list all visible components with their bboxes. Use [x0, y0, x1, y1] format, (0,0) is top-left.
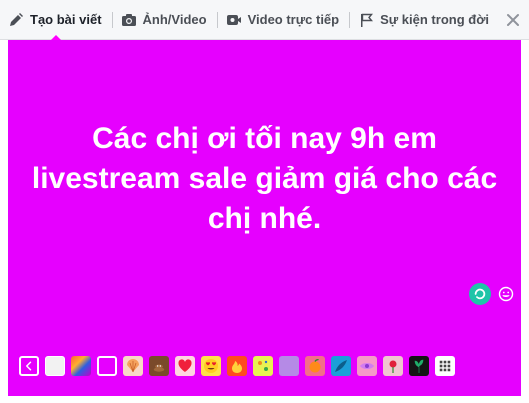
- shell-icon: [127, 359, 139, 373]
- more-backgrounds-button[interactable]: [435, 356, 455, 376]
- bg-swatch-gradient-pattern[interactable]: [71, 356, 91, 376]
- tab-label: Video trực tiếp: [247, 12, 340, 27]
- chevron-left-icon: [26, 361, 32, 371]
- camera-icon: [121, 12, 137, 28]
- poop-icon: [153, 364, 165, 372]
- bg-swatch-pink-eye[interactable]: [357, 356, 377, 376]
- create-post-dialog: Tạo bài viết Ảnh/Video Video trực tiếp S…: [0, 0, 529, 403]
- bg-swatch-yellow-pattern[interactable]: [253, 356, 273, 376]
- bg-swatch-purple-pattern[interactable]: [279, 356, 299, 376]
- bg-swatch-orange-fruit[interactable]: [305, 356, 325, 376]
- bg-swatch-poop-emoji[interactable]: [149, 356, 169, 376]
- fruit-icon: [309, 359, 321, 373]
- fire-icon: [232, 361, 242, 373]
- background-picker: [19, 356, 455, 378]
- dialog-footer-edge: [0, 396, 529, 403]
- tab-label: Sự kiện trong đời: [380, 12, 490, 27]
- tab-label: Tạo bài viết: [30, 12, 102, 27]
- refresh-icon[interactable]: [469, 283, 491, 305]
- bg-swatch-blue-leaves[interactable]: [331, 356, 351, 376]
- composer-tabs: Tạo bài viết Ảnh/Video Video trực tiếp S…: [0, 0, 529, 41]
- bg-swatch-heart[interactable]: [175, 356, 195, 376]
- bg-swatch-dark-plant[interactable]: [409, 356, 429, 376]
- close-icon[interactable]: [505, 12, 521, 28]
- bg-swatch-shell[interactable]: [123, 356, 143, 376]
- pattern-icon: [258, 360, 268, 371]
- leaves-icon: [335, 360, 347, 372]
- heart-icon: [178, 359, 192, 372]
- eye-icon: [360, 363, 374, 369]
- tab-create-post[interactable]: Tạo bài viết: [0, 0, 112, 41]
- bg-swatch-fire[interactable]: [227, 356, 247, 376]
- post-text[interactable]: Các chị ơi tối nay 9h em livestream sale…: [28, 119, 501, 239]
- grid-icon: [439, 360, 451, 372]
- back-arrow-button[interactable]: [19, 356, 39, 376]
- pencil-icon: [8, 12, 24, 28]
- bg-swatch-heart-eyes[interactable]: [201, 356, 221, 376]
- tab-live-video[interactable]: Video trực tiếp: [218, 0, 350, 40]
- flag-icon: [358, 12, 374, 28]
- rose-icon: [389, 360, 397, 373]
- post-canvas[interactable]: Các chị ơi tối nay 9h em livestream sale…: [8, 40, 521, 402]
- emoji-icon[interactable]: [496, 284, 516, 304]
- tab-photo-video[interactable]: Ảnh/Video: [113, 0, 217, 40]
- tab-life-event[interactable]: Sự kiện trong đời: [350, 0, 499, 40]
- bg-swatch-magenta-selected[interactable]: [97, 356, 117, 376]
- video-camera-icon: [226, 12, 242, 28]
- tab-label: Ảnh/Video: [142, 12, 207, 27]
- heart-eyes-emoji-icon: [204, 359, 218, 373]
- plant-icon: [414, 359, 424, 373]
- bg-swatch-plain-white[interactable]: [45, 356, 65, 376]
- bg-swatch-rose[interactable]: [383, 356, 403, 376]
